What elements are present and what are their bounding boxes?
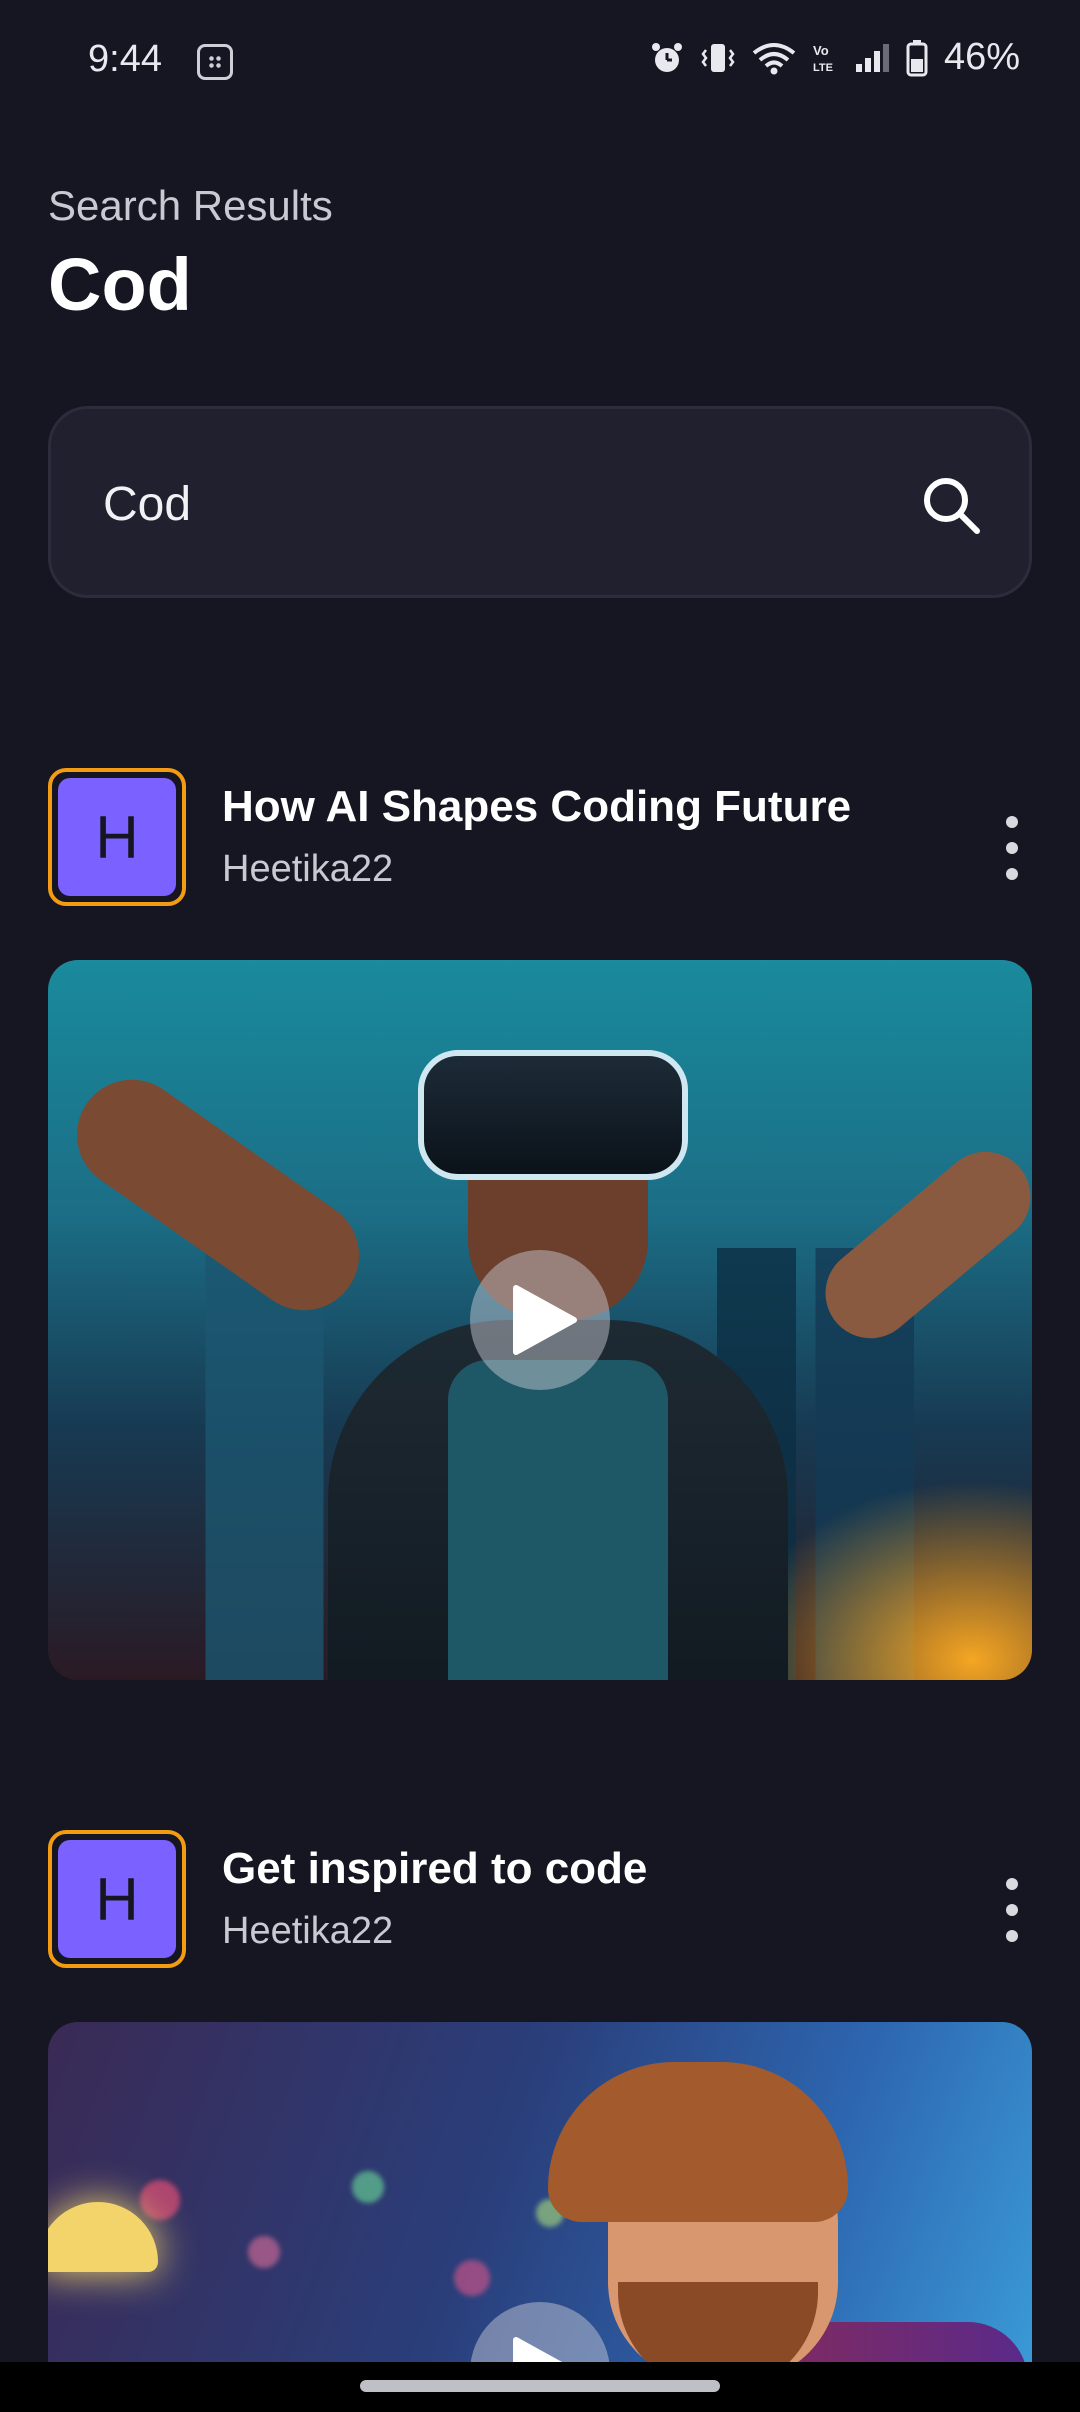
wifi-icon — [752, 42, 796, 74]
page-title: Cod — [48, 243, 192, 326]
thumbnail-art — [618, 2282, 818, 2372]
search-input[interactable]: Cod — [48, 406, 1032, 598]
post-author[interactable]: Heetika22 — [222, 848, 393, 891]
play-button[interactable] — [470, 1250, 610, 1390]
page-subtitle: Search Results — [48, 182, 333, 229]
dot-icon — [1006, 1904, 1018, 1916]
dot-icon — [1006, 816, 1018, 828]
alarm-icon — [651, 42, 682, 72]
play-icon — [513, 1285, 577, 1355]
battery-level: 46% — [943, 36, 1020, 78]
more-options-button[interactable] — [992, 1870, 1032, 1950]
avatar-letter: H — [58, 1840, 176, 1958]
post-card[interactable]: H Get inspired to code Heetika22 — [48, 1830, 1032, 2372]
video-thumbnail[interactable] — [48, 960, 1032, 1680]
dot-icon — [1006, 868, 1018, 880]
thumbnail-art — [418, 1050, 688, 1180]
dot-icon — [1006, 1878, 1018, 1890]
search-input-value: Cod — [103, 478, 192, 531]
calendar-icon — [197, 44, 233, 80]
more-options-button[interactable] — [992, 808, 1032, 888]
thumbnail-art — [448, 1360, 668, 1680]
home-indicator[interactable] — [360, 2380, 720, 2392]
volte-icon: Vo LTE — [813, 43, 833, 74]
post-author[interactable]: Heetika22 — [222, 1910, 393, 1953]
search-icon[interactable] — [919, 473, 983, 537]
status-time: 9:44 — [88, 38, 162, 80]
signal-icon — [855, 43, 889, 72]
dot-icon — [1006, 842, 1018, 854]
video-thumbnail[interactable] — [48, 2022, 1032, 2372]
screen: 9:44 Vo LTE 46% Search Results Cod Cod H… — [0, 0, 1080, 2412]
post-title[interactable]: Get inspired to code — [222, 1844, 647, 1894]
dot-icon — [1006, 1930, 1018, 1942]
avatar[interactable]: H — [48, 1830, 186, 1968]
vibrate-icon — [701, 43, 735, 72]
post-card[interactable]: H How AI Shapes Coding Future Heetika22 — [48, 768, 1032, 1680]
system-nav-bar — [0, 2362, 1080, 2412]
post-title[interactable]: How AI Shapes Coding Future — [222, 782, 851, 832]
avatar-letter: H — [58, 778, 176, 896]
battery-icon — [906, 39, 928, 76]
svg-text:LTE: LTE — [813, 62, 833, 74]
avatar[interactable]: H — [48, 768, 186, 906]
status-icons: Vo LTE 46% — [650, 36, 1020, 79]
svg-text:Vo: Vo — [813, 43, 829, 58]
status-bar: 9:44 Vo LTE 46% — [0, 0, 1080, 124]
thumbnail-art — [548, 2062, 848, 2222]
